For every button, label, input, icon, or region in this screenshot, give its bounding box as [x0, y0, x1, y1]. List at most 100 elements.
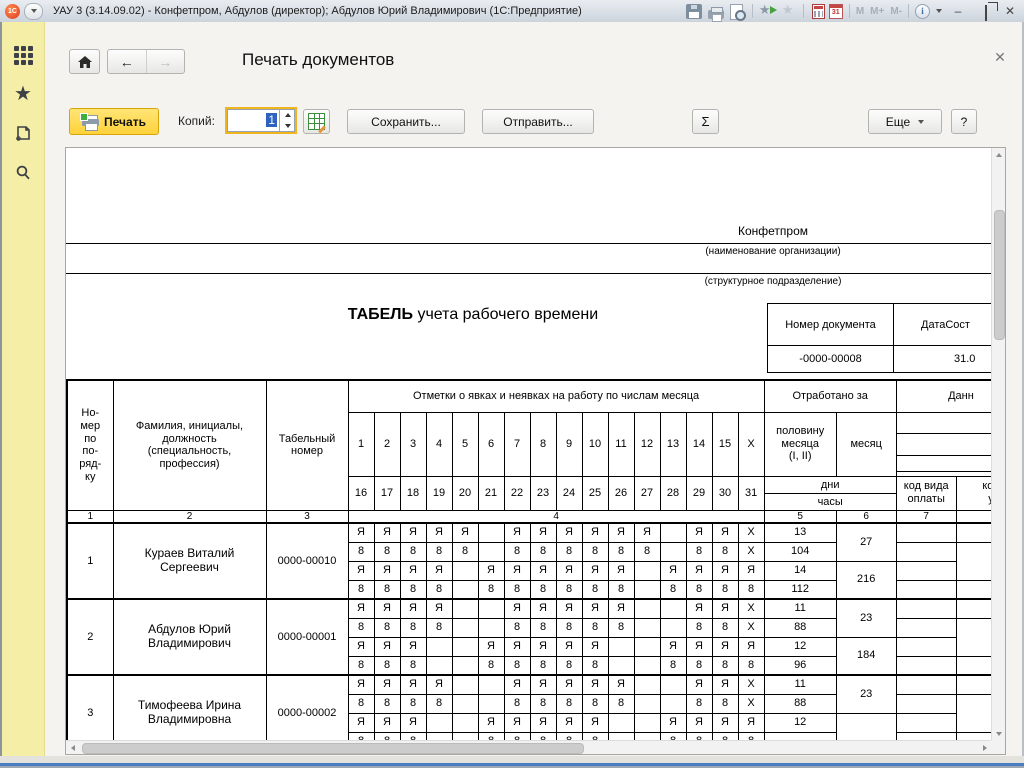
mark-cell: 8: [660, 732, 686, 740]
header-day: 29: [686, 476, 712, 510]
minimize-button[interactable]: –: [948, 4, 968, 18]
mark-cell: 8: [712, 694, 738, 713]
footer-number: 3: [266, 510, 348, 523]
header-marks: Отметки о явках и неявках на работу по ч…: [348, 380, 764, 412]
account-cell: [956, 618, 991, 656]
scroll-down-arrow[interactable]: [992, 727, 1006, 740]
memory-plus-button[interactable]: M+: [870, 6, 884, 17]
mark-cell: 8: [608, 618, 634, 637]
scroll-left-arrow[interactable]: [66, 741, 79, 755]
scroll-right-arrow[interactable]: [978, 741, 991, 755]
mark-cell: Я: [348, 561, 374, 580]
memory-recall-button[interactable]: M: [856, 6, 864, 17]
mark-cell: Я: [712, 675, 738, 694]
header-day: 14: [686, 412, 712, 476]
half-hours: 104: [764, 542, 836, 561]
system-menu-button[interactable]: [24, 3, 43, 20]
print-button[interactable]: Печать: [69, 108, 159, 135]
doc-number-table: Номер документа ДатаСост -0000-00008 31.…: [767, 303, 991, 373]
print-preview-icon[interactable]: [730, 4, 743, 20]
print-icon[interactable]: [708, 10, 724, 19]
half-days: 12: [764, 637, 836, 656]
spinner-up-button[interactable]: [280, 109, 295, 121]
send-button[interactable]: Отправить...: [482, 109, 594, 134]
main-content: ← → Печать документов ✕ Печать Копий: 1 …: [45, 22, 1022, 756]
employee-name: Тимофеева Ирина Владимировна: [113, 675, 266, 740]
mark-cell: Х: [738, 599, 764, 618]
horizontal-scrollbar[interactable]: [66, 740, 991, 754]
mark-cell: 8: [608, 580, 634, 599]
mark-cell: Я: [400, 713, 426, 732]
back-button[interactable]: ←: [108, 54, 146, 70]
copies-spinner[interactable]: 1: [225, 107, 297, 134]
mark-cell: Я: [374, 599, 400, 618]
copies-value[interactable]: 1: [227, 109, 279, 132]
memory-minus-button[interactable]: M-: [890, 6, 902, 17]
chevron-down-icon[interactable]: [936, 9, 942, 13]
more-button[interactable]: Еще: [868, 109, 942, 134]
mark-cell: Я: [686, 675, 712, 694]
calendar-icon[interactable]: 31: [829, 4, 843, 19]
save-as-button[interactable]: Сохранить...: [347, 109, 465, 134]
search-icon[interactable]: [2, 158, 44, 188]
calculator-icon[interactable]: [812, 4, 825, 19]
vertical-scroll-thumb[interactable]: [994, 210, 1005, 340]
header-day: 31: [738, 476, 764, 510]
mark-cell: 8: [660, 580, 686, 599]
titlebar: 1С УАУ 3 (3.14.09.02) - Конфетпром, Абду…: [0, 0, 1024, 23]
mark-cell: Я: [348, 523, 374, 542]
half-days: 12: [764, 713, 836, 732]
header-data-lines: [896, 412, 991, 476]
mark-cell: Я: [530, 561, 556, 580]
mark-cell: [426, 732, 452, 740]
mark-cell: Я: [348, 599, 374, 618]
mark-cell: Я: [374, 675, 400, 694]
spinner-down-button[interactable]: [280, 121, 295, 133]
header-day: 9: [556, 412, 582, 476]
mark-cell: 8: [556, 618, 582, 637]
home-button[interactable]: [69, 49, 100, 74]
mark-cell: 8: [374, 694, 400, 713]
restore-button[interactable]: [974, 4, 994, 18]
header-day: 17: [374, 476, 400, 510]
history-icon[interactable]: [2, 118, 44, 148]
forward-button[interactable]: →: [146, 54, 184, 70]
mark-cell: 8: [582, 542, 608, 561]
scroll-up-arrow[interactable]: [992, 148, 1006, 161]
employee-tab-number: 0000-00002: [266, 675, 348, 740]
help-button[interactable]: ?: [951, 109, 977, 134]
month-days: 23: [836, 599, 896, 637]
vertical-scrollbar[interactable]: [991, 148, 1005, 740]
add-favorite-icon[interactable]: [759, 4, 775, 19]
mark-cell: 8: [400, 656, 426, 675]
favorites-icon[interactable]: [781, 4, 797, 19]
mark-cell: Я: [348, 675, 374, 694]
half-hours: [764, 732, 836, 740]
header-row-number: Но- мер по по- ряд- ку: [67, 380, 113, 510]
mark-cell: 8: [348, 656, 374, 675]
sum-button[interactable]: Σ: [692, 109, 719, 134]
mark-cell: Я: [374, 523, 400, 542]
mark-cell: [478, 694, 504, 713]
mark-cell: 8: [504, 542, 530, 561]
mark-cell: [634, 656, 660, 675]
favorites-star-icon[interactable]: ★: [2, 78, 44, 108]
mark-cell: 8: [686, 542, 712, 561]
close-button[interactable]: ✕: [1000, 4, 1020, 18]
mark-cell: 8: [374, 656, 400, 675]
mark-cell: Я: [478, 637, 504, 656]
save-icon[interactable]: [686, 4, 702, 19]
mark-cell: [608, 656, 634, 675]
page-setup-button[interactable]: [303, 109, 330, 134]
menu-grid-icon[interactable]: [2, 40, 44, 70]
mark-cell: 8: [478, 580, 504, 599]
paycode-cell: [896, 694, 956, 713]
info-icon[interactable]: i: [915, 4, 930, 19]
mark-cell: Я: [374, 637, 400, 656]
form-close-button[interactable]: ✕: [991, 49, 1009, 66]
horizontal-scroll-thumb[interactable]: [82, 743, 584, 754]
mark-cell: 8: [478, 656, 504, 675]
mark-cell: Я: [556, 713, 582, 732]
mark-cell: 8: [556, 580, 582, 599]
mark-cell: [634, 580, 660, 599]
